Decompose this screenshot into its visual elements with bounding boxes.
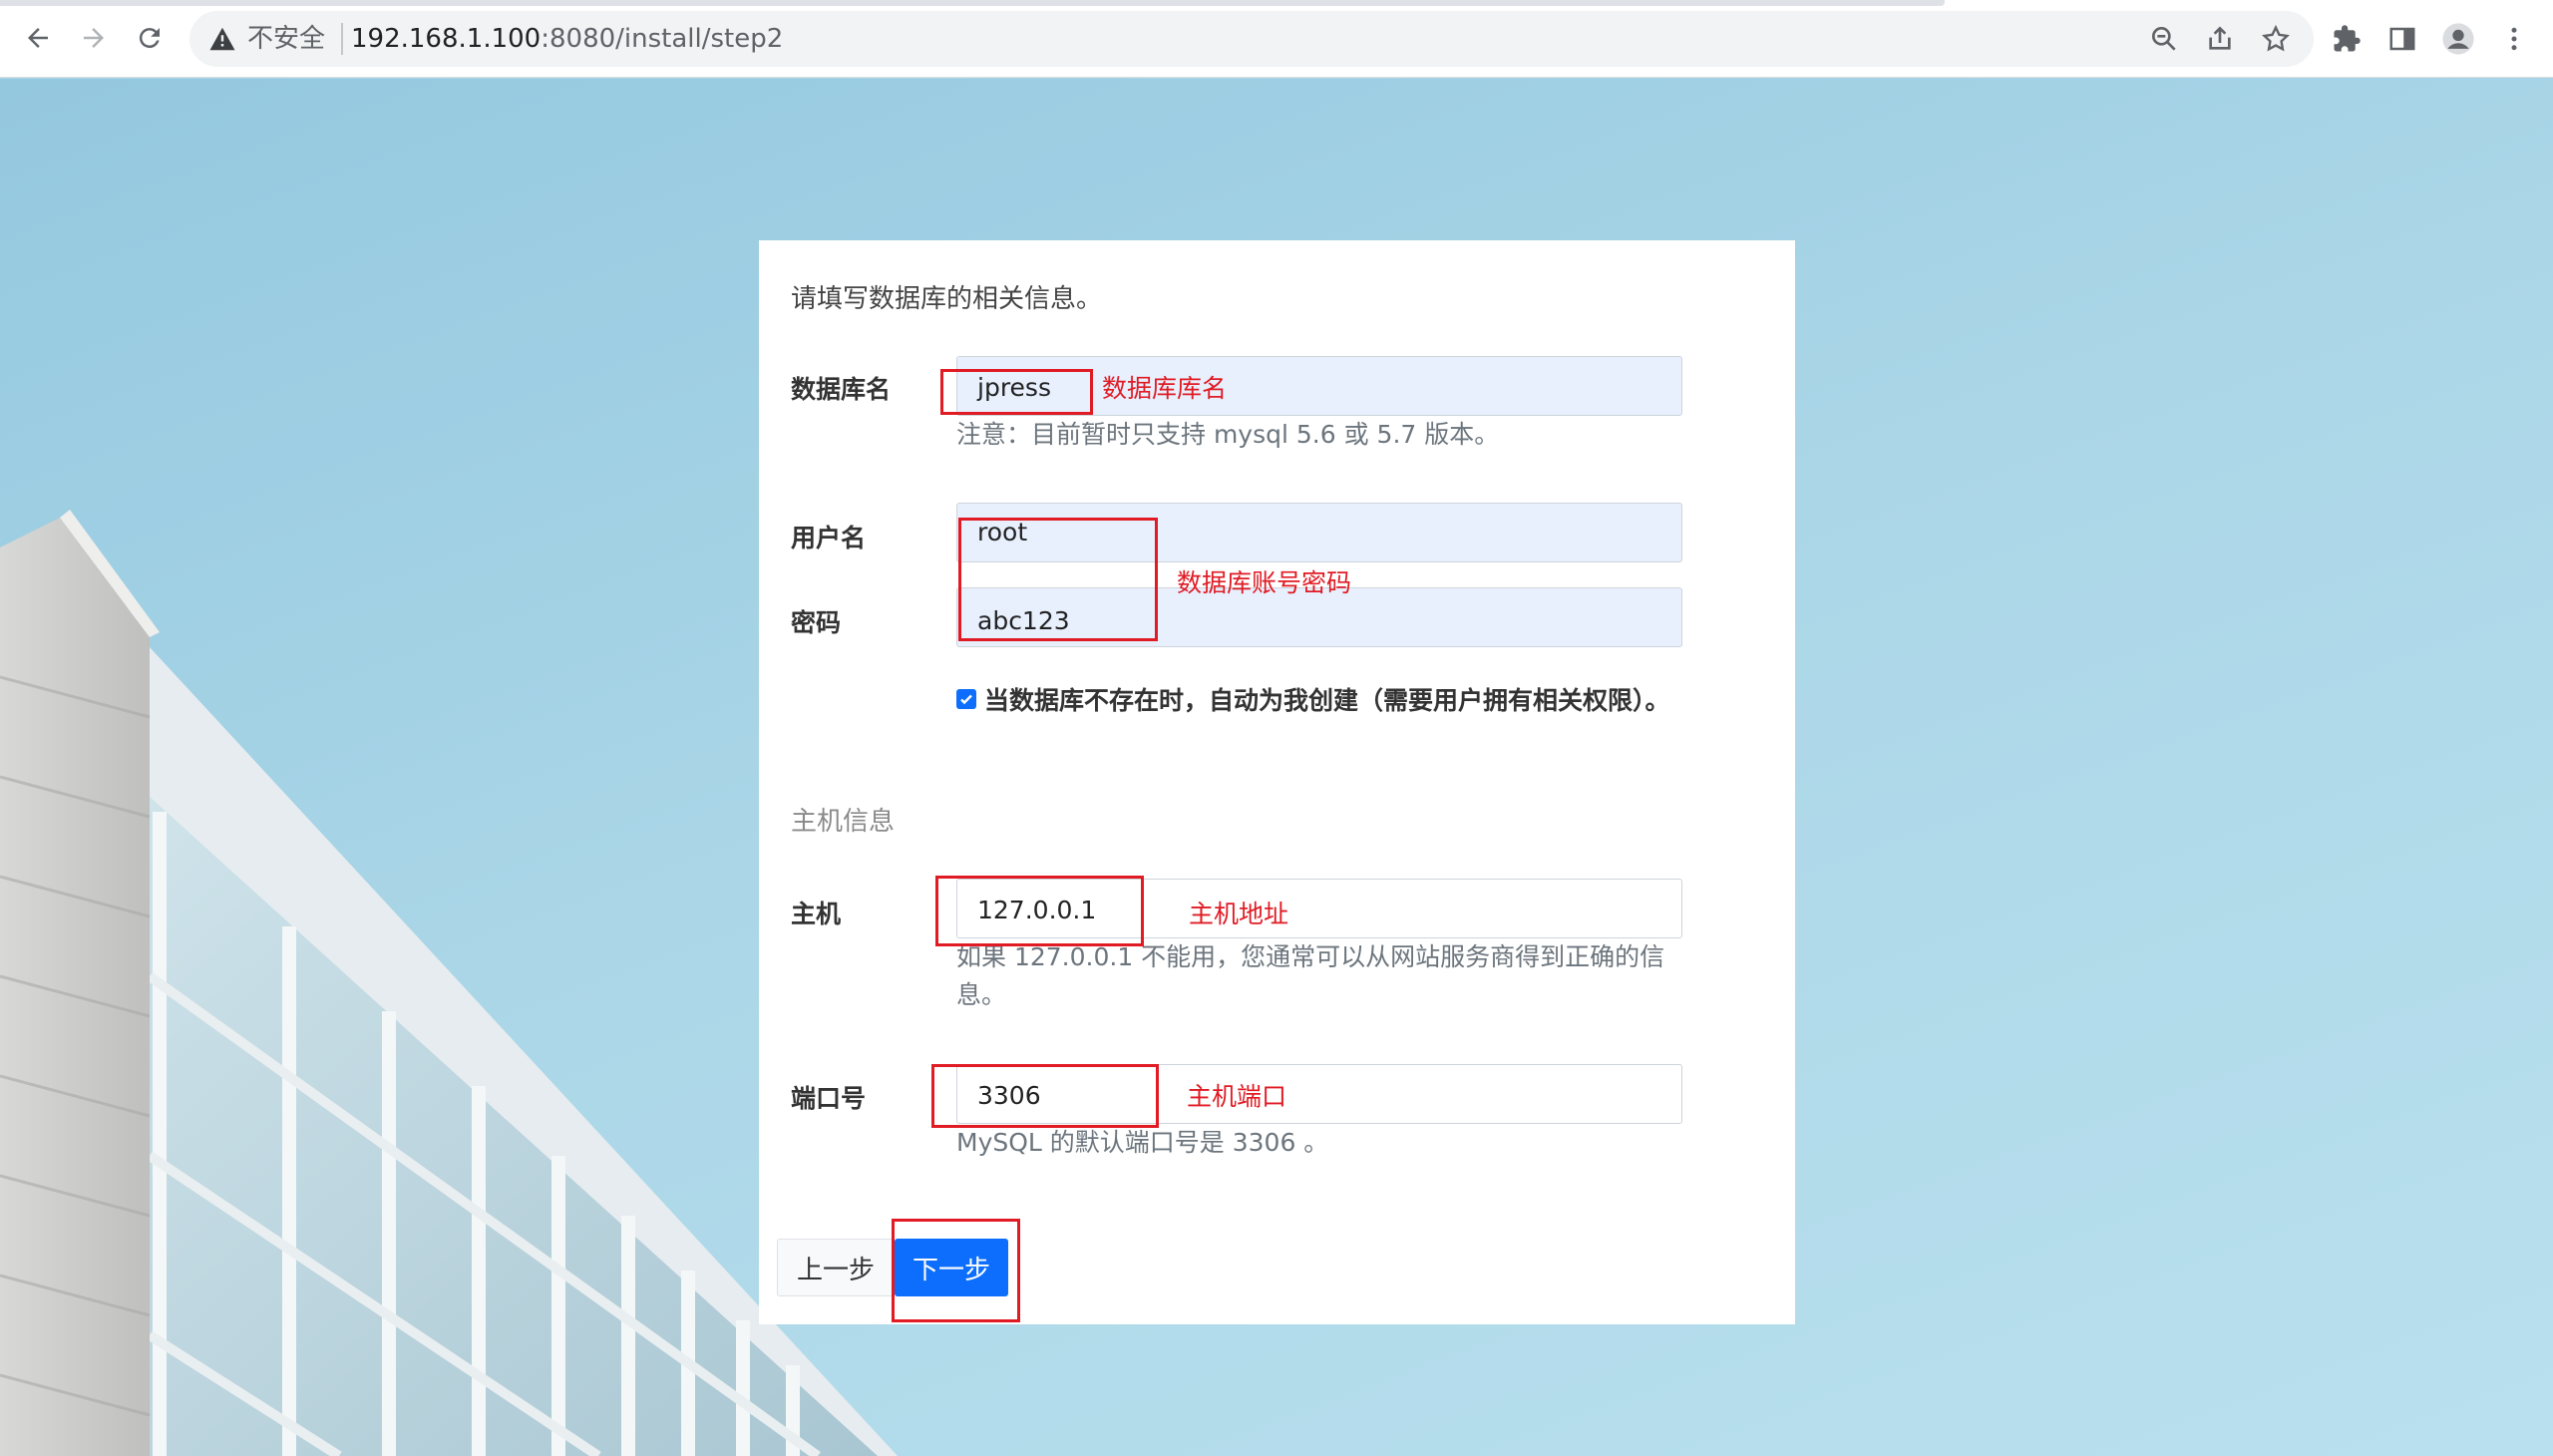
star-icon[interactable] xyxy=(2260,23,2292,55)
auto-create-row[interactable]: 当数据库不存在时，自动为我创建（需要用户拥有相关权限）。 xyxy=(956,681,1670,717)
security-label[interactable]: 不安全 xyxy=(247,23,325,55)
share-icon[interactable] xyxy=(2204,23,2236,55)
zoom-icon[interactable] xyxy=(2148,23,2180,55)
browser-toolbar: 不安全 192.168.1.100:8080/install/step2 xyxy=(0,0,2553,78)
host-section-title: 主机信息 xyxy=(791,807,896,837)
install-panel: 请填写数据库的相关信息。 数据库名 jpress 注意：目前暂时只支持 mysq… xyxy=(759,240,1795,1324)
prev-step-button[interactable]: 上一步 xyxy=(777,1239,895,1296)
back-arrow-icon[interactable] xyxy=(16,16,60,60)
db-name-help: 注意：目前暂时只支持 mysql 5.6 或 5.7 版本。 xyxy=(956,420,1500,449)
menu-icon[interactable] xyxy=(2495,20,2533,58)
account-highlight-box xyxy=(958,518,1158,641)
username-label: 用户名 xyxy=(791,524,867,552)
tab-strip xyxy=(0,0,1945,6)
address-bar[interactable]: 不安全 192.168.1.100:8080/install/step2 xyxy=(189,11,2314,67)
host-note: 主机地址 xyxy=(1189,900,1289,928)
db-name-note: 数据库库名 xyxy=(1102,374,1228,403)
url-text[interactable]: 192.168.1.100:8080/install/step2 xyxy=(351,23,783,55)
side-panel-icon[interactable] xyxy=(2383,20,2421,58)
url-path: :8080/install/step2 xyxy=(541,24,784,54)
port-label: 端口号 xyxy=(791,1084,867,1113)
omnibox-divider xyxy=(341,23,343,55)
port-highlight-box xyxy=(931,1064,1159,1128)
db-name-label: 数据库名 xyxy=(791,375,892,404)
next-button-highlight-box xyxy=(892,1219,1020,1322)
auto-create-checkbox[interactable] xyxy=(956,689,976,709)
url-host: 192.168.1.100 xyxy=(351,24,542,54)
profile-icon[interactable] xyxy=(2439,20,2477,58)
reload-icon[interactable] xyxy=(128,16,172,60)
host-highlight-box xyxy=(935,876,1144,946)
port-help: MySQL 的默认端口号是 3306 。 xyxy=(956,1128,1329,1157)
extensions-icon[interactable] xyxy=(2328,20,2366,58)
forward-arrow-icon[interactable] xyxy=(72,16,116,60)
warning-icon[interactable] xyxy=(207,24,237,54)
port-note: 主机端口 xyxy=(1187,1082,1287,1111)
host-help: 如果 127.0.0.1 不能用，您通常可以从网站服务商得到正确的信息。 xyxy=(956,942,1665,1009)
account-note: 数据库账号密码 xyxy=(1177,568,1352,597)
host-label: 主机 xyxy=(791,900,842,928)
db-name-highlight-box xyxy=(940,369,1093,415)
password-label: 密码 xyxy=(791,608,842,637)
auto-create-label[interactable]: 当数据库不存在时，自动为我创建（需要用户拥有相关权限）。 xyxy=(984,681,1670,717)
check-icon xyxy=(960,694,972,705)
intro-text: 请填写数据库的相关信息。 xyxy=(791,284,1103,314)
